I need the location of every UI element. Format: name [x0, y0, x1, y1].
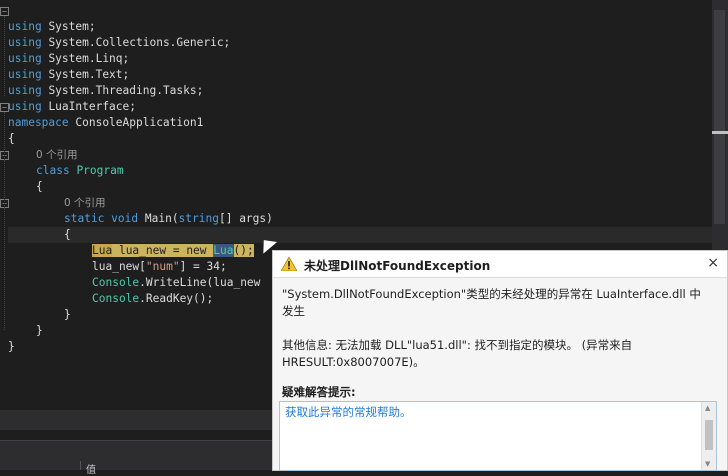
type-name: Program	[76, 164, 124, 177]
code-token: ] = 34;	[179, 260, 227, 273]
type-name-highlighted: Lua	[92, 244, 113, 257]
keyword-highlighted: new	[186, 244, 207, 257]
code-token-highlighted: lua_new =	[112, 244, 187, 257]
code-token: System.Text;	[48, 68, 130, 81]
keyword: namespace	[8, 116, 69, 129]
scroll-up-icon[interactable]: ▲	[705, 404, 710, 412]
code-token: System.Linq;	[48, 52, 130, 65]
code-token: [] args)	[218, 212, 273, 225]
keyword: using	[8, 84, 42, 97]
code-text: using System; using System.Collections.Ge…	[0, 3, 273, 387]
keyword: class	[36, 164, 70, 177]
code-token: }	[64, 308, 71, 321]
scroll-position-marker	[712, 131, 728, 134]
type-name: Console	[92, 292, 140, 305]
keyword: using	[8, 36, 42, 49]
exception-help-link[interactable]: 获取此异常的常规帮助。	[285, 404, 412, 420]
code-token: .WriteLine(lua_new	[139, 276, 261, 289]
exception-message: "System.DllNotFoundException"类型的未经处理的异常在…	[282, 287, 701, 318]
string-literal: "num"	[145, 260, 180, 273]
code-token-highlighted: ();	[233, 244, 254, 257]
code-token: {	[36, 180, 43, 193]
keyword: using	[8, 52, 42, 65]
keyword: using	[8, 100, 42, 113]
keyword: void	[111, 212, 139, 225]
warning-icon	[281, 257, 297, 271]
code-token: {	[64, 228, 71, 241]
code-token: System.Collections.Generic;	[48, 36, 231, 49]
horizontal-scrollbar[interactable]	[0, 410, 278, 430]
type-name-highlighted: Lua	[213, 244, 234, 257]
type-name: Console	[92, 276, 140, 289]
scroll-down-icon[interactable]: ▼	[705, 460, 710, 468]
exception-title: 未处理DllNotFoundException	[304, 259, 491, 273]
keyword: using	[8, 20, 42, 33]
code-token: Main(	[144, 212, 179, 225]
troubleshooting-tips-list: 获取此异常的常规帮助。 ▲ ▼	[279, 401, 717, 471]
troubleshooting-tips-label: 疑难解答提示:	[282, 385, 356, 399]
reference-count-link[interactable]: 0 个引用	[36, 149, 78, 161]
reference-count-link[interactable]: 0 个引用	[64, 197, 106, 209]
code-token: LuaInterface;	[48, 100, 136, 113]
code-token: }	[36, 324, 43, 337]
exception-additional-info: 其他信息: 无法加载 DLL"lua51.dll": 找不到指定的模块。 (异常…	[282, 338, 633, 369]
bottom-panel: 值	[0, 440, 278, 476]
code-token: }	[8, 340, 15, 353]
code-token: lua_new[	[92, 260, 146, 273]
code-token: System;	[48, 20, 96, 33]
close-button[interactable]: ×	[707, 255, 719, 271]
code-token: {	[8, 132, 15, 145]
code-token: .ReadKey();	[139, 292, 214, 305]
tips-scrollbar[interactable]: ▲ ▼	[701, 402, 716, 470]
keyword: using	[8, 68, 42, 81]
exception-header: 未处理DllNotFoundException ×	[273, 251, 727, 278]
exception-helper-popup: 未处理DllNotFoundException × "System.DllNot…	[272, 250, 728, 471]
scrollbar-thumb[interactable]	[714, 10, 725, 224]
code-token: System.Threading.Tasks;	[48, 84, 204, 97]
keyword: static	[64, 212, 105, 225]
keyword: string	[178, 212, 219, 225]
code-token: ConsoleApplication1	[75, 116, 204, 129]
tips-scrollbar-thumb[interactable]	[705, 420, 713, 450]
